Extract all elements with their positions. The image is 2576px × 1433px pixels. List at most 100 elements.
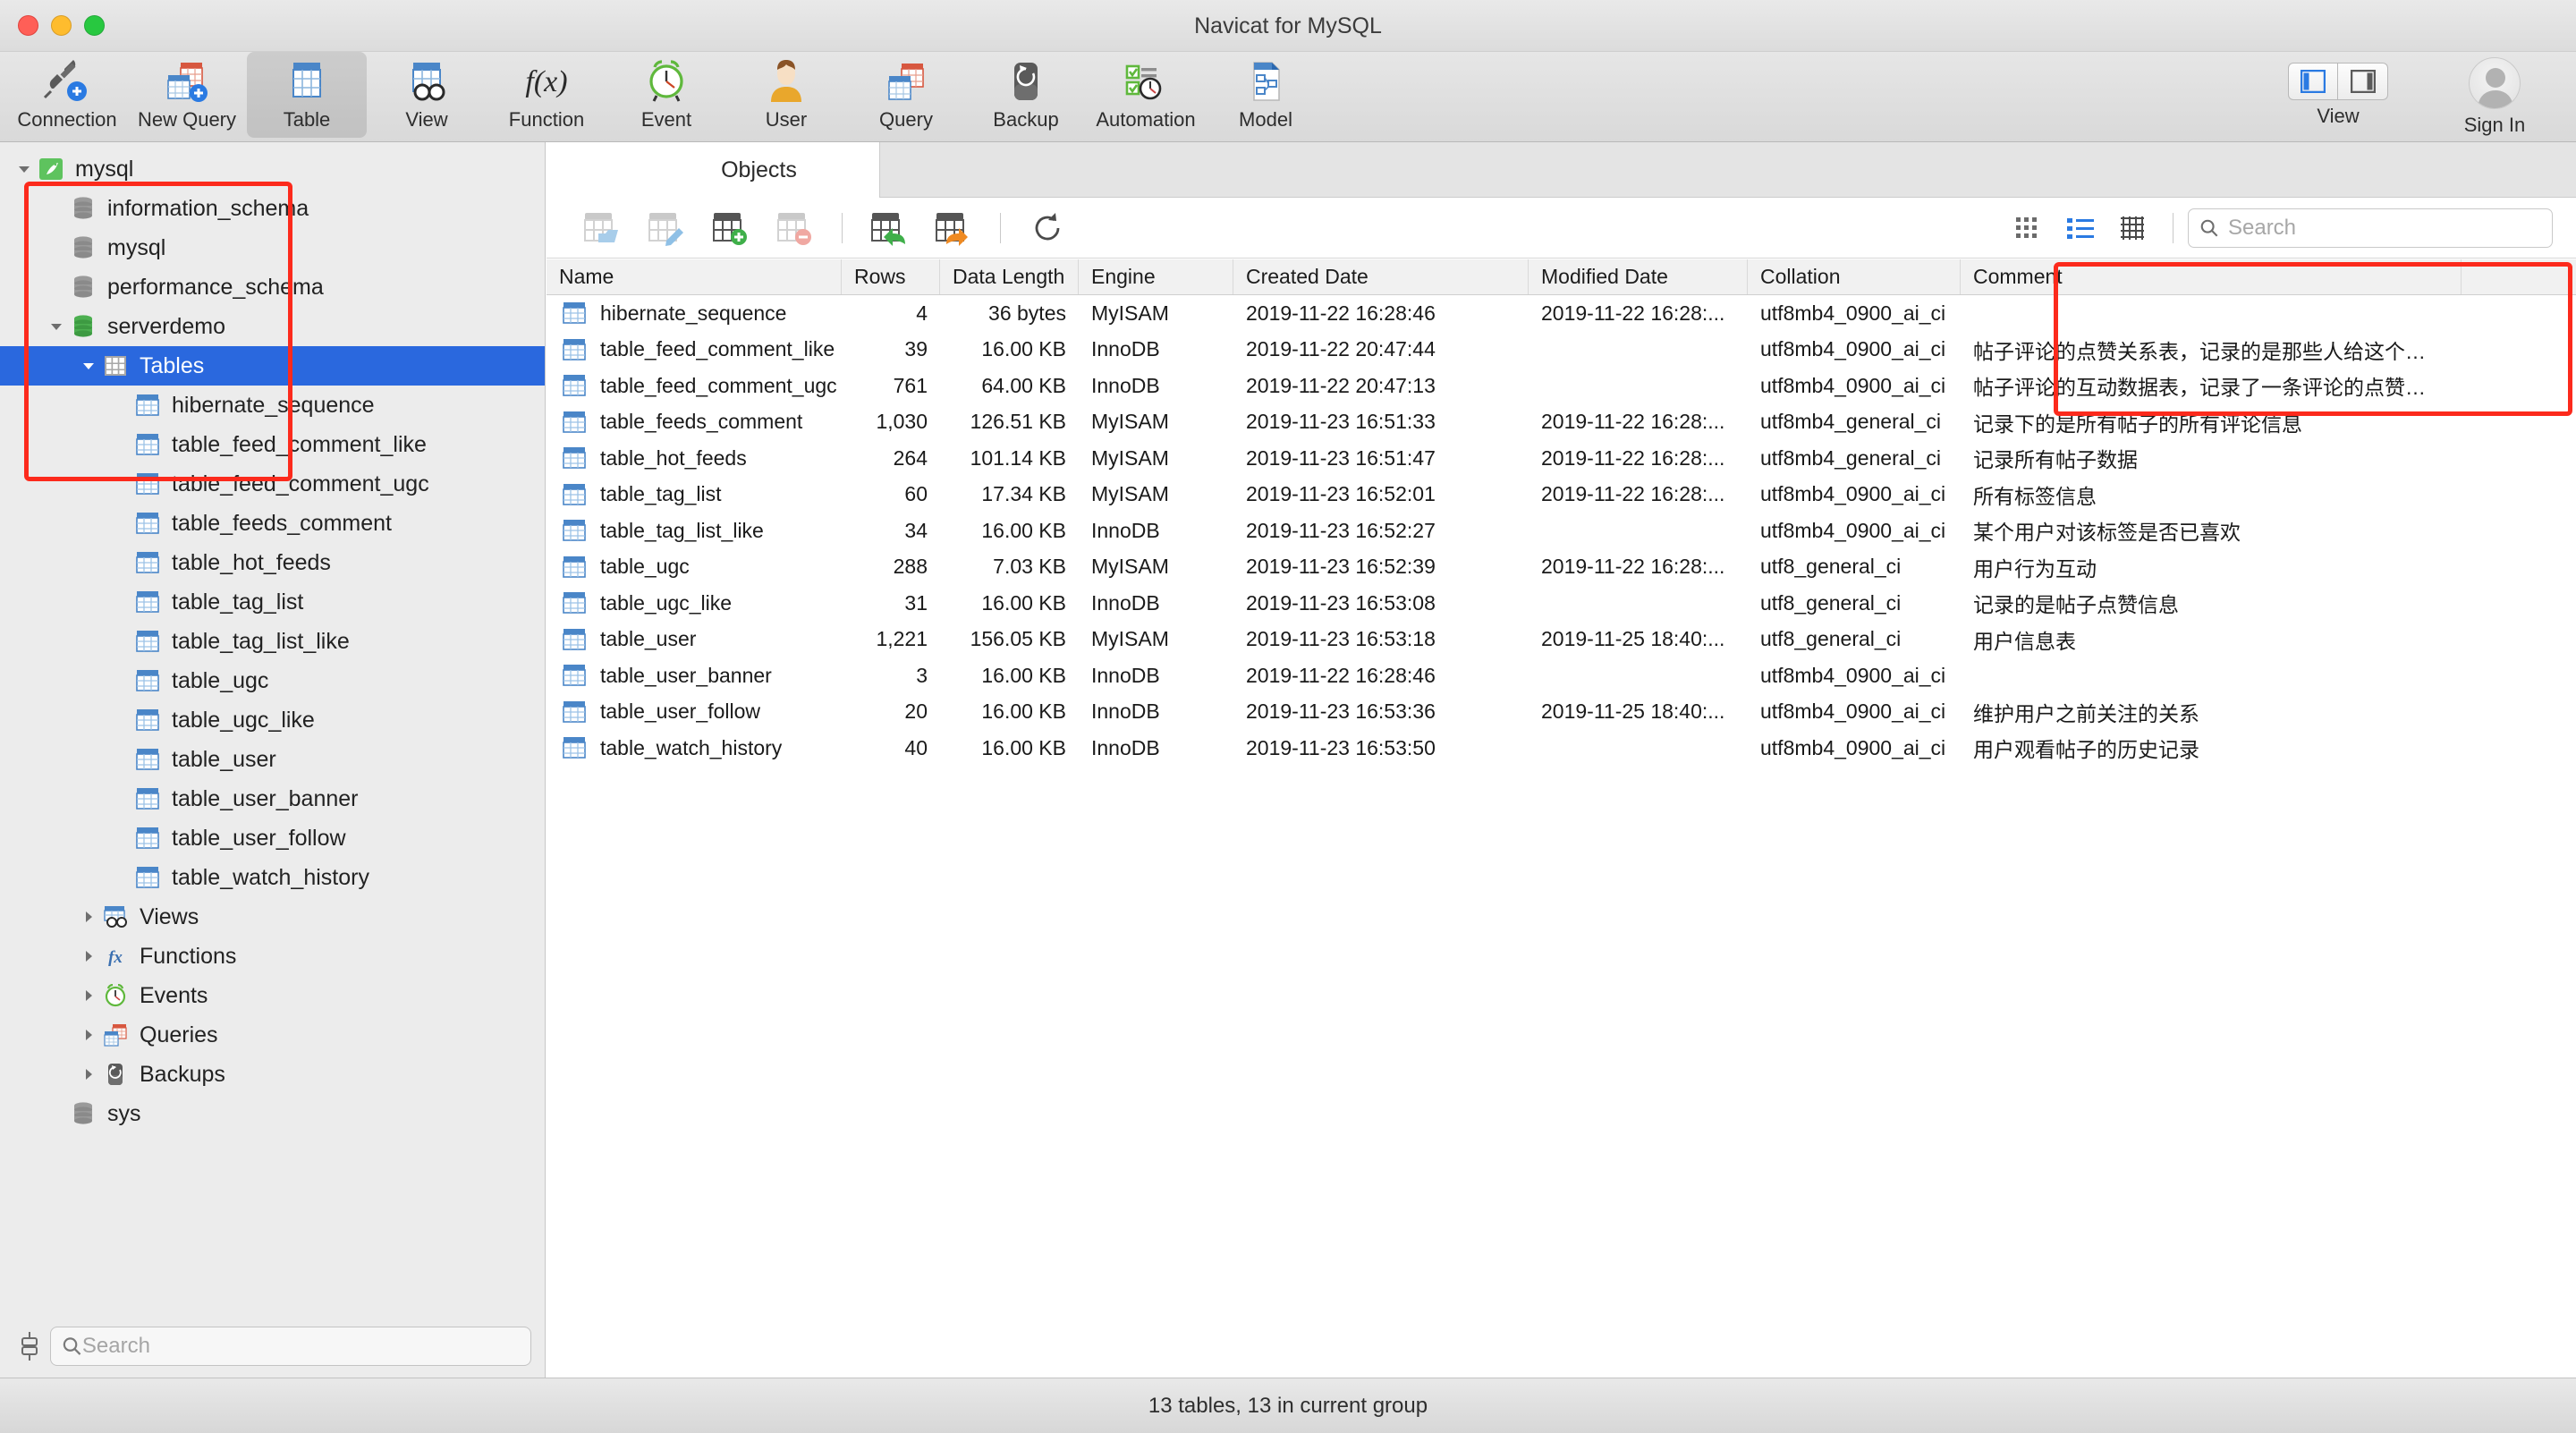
table-row[interactable]: table_tag_list 60 17.34 KB MyISAM 2019-11-23… — [547, 477, 2576, 513]
sidebar-item-tables[interactable]: Tables — [0, 346, 545, 386]
objects-search-input[interactable] — [2227, 216, 2541, 241]
user-icon — [762, 57, 810, 106]
connection-status-icon[interactable] — [14, 1331, 45, 1361]
tree-twisty-right[interactable] — [77, 909, 100, 925]
sidebar-item-performance-schema[interactable]: performance_schema — [0, 267, 545, 307]
delete-table-button[interactable] — [763, 206, 827, 250]
cell-comment: 用户行为互动 — [1961, 552, 2462, 582]
grid-header-comment[interactable]: Comment — [1961, 259, 2462, 294]
tree-twisty-down[interactable] — [45, 318, 68, 335]
sidebar-item-functions[interactable]: fx Functions — [0, 937, 545, 976]
sidebar-item-information-schema[interactable]: information_schema — [0, 189, 545, 228]
sidebar-item-queries[interactable]: Queries — [0, 1015, 545, 1055]
cell-text: InnoDB — [1091, 663, 1160, 687]
new-table-button[interactable] — [699, 206, 763, 250]
objects-search[interactable] — [2188, 208, 2553, 248]
sidebar-item-backups[interactable]: Backups — [0, 1055, 545, 1094]
grid-header-rows[interactable]: Rows — [842, 259, 940, 294]
detail-view-button[interactable] — [2106, 206, 2158, 250]
toolbar-event-button[interactable]: Event — [606, 52, 726, 138]
toolbar-view-button[interactable]: View — [367, 52, 487, 138]
sign-in-button[interactable]: Sign In — [2436, 52, 2553, 137]
list-view-button[interactable] — [2055, 206, 2106, 250]
sidebar-item-serverdemo[interactable]: serverdemo — [0, 307, 545, 346]
grid-header-name[interactable]: Name — [547, 259, 842, 294]
cell-name: table_ugc — [547, 554, 842, 581]
show-left-pane-button[interactable] — [2288, 63, 2338, 100]
sidebar-item-table-user-follow[interactable]: table_user_follow — [0, 818, 545, 858]
sidebar-item-hibernate-sequence[interactable]: hibernate_sequence — [0, 386, 545, 425]
table-row[interactable]: table_ugc 288 7.03 KB MyISAM 2019-11-23 16:5… — [547, 549, 2576, 586]
sidebar-item-table-user[interactable]: table_user — [0, 740, 545, 779]
tree-twisty-right[interactable] — [77, 1027, 100, 1043]
sidebar-item-table-feed-comment-ugc[interactable]: table_feed_comment_ugc — [0, 464, 545, 504]
tree-twisty-right[interactable] — [77, 948, 100, 964]
sidebar-item-table-feeds-comment[interactable]: table_feeds_comment — [0, 504, 545, 543]
cell-text: InnoDB — [1091, 337, 1160, 361]
sidebar-item-table-watch-history[interactable]: table_watch_history — [0, 858, 545, 897]
sidebar-search-input[interactable] — [81, 1334, 520, 1359]
table-blue-icon — [559, 554, 589, 581]
sidebar-item-table-hot-feeds[interactable]: table_hot_feeds — [0, 543, 545, 582]
refresh-button[interactable] — [1015, 206, 1080, 250]
table-row[interactable]: table_watch_history 40 16.00 KB InnoDB 2019-… — [547, 730, 2576, 767]
toolbar-function-button[interactable]: f(x) Function — [487, 52, 606, 138]
sidebar-item-table-feed-comment-like[interactable]: table_feed_comment_like — [0, 425, 545, 464]
sidebar-item-label: table_feed_comment_ugc — [172, 471, 429, 496]
cell-name: table_tag_list_like — [547, 517, 842, 544]
open-table-button[interactable] — [570, 206, 634, 250]
sidebar-item-sys[interactable]: sys — [0, 1094, 545, 1133]
grid-header-data-length[interactable]: Data Length — [940, 259, 1079, 294]
table-row[interactable]: table_ugc_like 31 16.00 KB InnoDB 2019-11-23… — [547, 585, 2576, 622]
sidebar-item-table-tag-list[interactable]: table_tag_list — [0, 582, 545, 622]
sidebar-item-table-tag-list-like[interactable]: table_tag_list_like — [0, 622, 545, 661]
sidebar-item-table-user-banner[interactable]: table_user_banner — [0, 779, 545, 818]
table-blue-icon — [559, 372, 589, 399]
cell-collation: utf8mb4_0900_ai_ci — [1748, 700, 1961, 724]
toolbar-table-button[interactable]: Table — [247, 52, 367, 138]
toolbar-backup-button[interactable]: Backup — [966, 52, 1086, 138]
cell-text: 2019-11-22 20:47:13 — [1246, 373, 1436, 397]
toolbar-automation-button[interactable]: Automation — [1086, 52, 1206, 138]
table-row[interactable]: table_hot_feeds 264 101.14 KB MyISAM 2019-11… — [547, 440, 2576, 477]
table-row[interactable]: table_feeds_comment 1,030 126.51 KB MyISAM 2… — [547, 404, 2576, 441]
toolbar-item-label: Event — [640, 108, 692, 131]
grid-header-engine[interactable]: Engine — [1079, 259, 1233, 294]
table-row[interactable]: table_user_follow 20 16.00 KB InnoDB 2019-11… — [547, 694, 2576, 731]
grid-header-collation[interactable]: Collation — [1748, 259, 1961, 294]
table-row[interactable]: table_user_banner 3 16.00 KB InnoDB 2019-11-… — [547, 657, 2576, 694]
toolbar-user-button[interactable]: User — [726, 52, 846, 138]
show-right-pane-button[interactable] — [2338, 63, 2388, 100]
table-row[interactable]: table_feed_comment_ugc 761 64.00 KB InnoDB 2… — [547, 368, 2576, 404]
tree-twisty-right[interactable] — [77, 1066, 100, 1082]
toolbar-query-button[interactable]: Query — [846, 52, 966, 138]
sidebar-item-mysql[interactable]: mysql — [0, 149, 545, 189]
table-row[interactable]: table_feed_comment_like 39 16.00 KB InnoDB 2… — [547, 332, 2576, 369]
table-row[interactable]: hibernate_sequence 4 36 bytes MyISAM 2019-11… — [547, 295, 2576, 332]
grid-header-modified-date[interactable]: Modified Date — [1529, 259, 1748, 294]
toolbar-connection-button[interactable]: Connection — [7, 52, 127, 138]
sidebar-search[interactable] — [50, 1327, 531, 1366]
sidebar-item-views[interactable]: Views — [0, 897, 545, 937]
cell-text: 16.00 KB — [981, 663, 1066, 687]
sidebar-item-mysql[interactable]: mysql — [0, 228, 545, 267]
sidebar-item-table-ugc-like[interactable]: table_ugc_like — [0, 700, 545, 740]
table-row[interactable]: table_user 1,221 156.05 KB MyISAM 2019-11-23… — [547, 622, 2576, 658]
toolbar-model-button[interactable]: Model — [1206, 52, 1326, 138]
sidebar-item-label: Events — [140, 982, 208, 1008]
grid-view-button[interactable] — [2003, 206, 2055, 250]
cell-engine: MyISAM — [1079, 446, 1233, 471]
sidebar-item-table-ugc[interactable]: table_ugc — [0, 661, 545, 700]
tab-objects[interactable]: Objects — [639, 142, 880, 198]
sidebar-item-events[interactable]: Events — [0, 976, 545, 1015]
tree-twisty-right[interactable] — [77, 988, 100, 1004]
toolbar-new-query-button[interactable]: New Query — [127, 52, 247, 138]
tree-twisty-down[interactable] — [13, 161, 36, 177]
table-row[interactable]: table_tag_list_like 34 16.00 KB InnoDB 2019-… — [547, 513, 2576, 549]
design-table-button[interactable] — [634, 206, 699, 250]
export-wizard-button[interactable] — [921, 206, 986, 250]
grid-header-created-date[interactable]: Created Date — [1233, 259, 1529, 294]
import-wizard-button[interactable] — [857, 206, 921, 250]
tree-twisty-down[interactable] — [77, 358, 100, 374]
table-blue-icon — [559, 409, 589, 436]
